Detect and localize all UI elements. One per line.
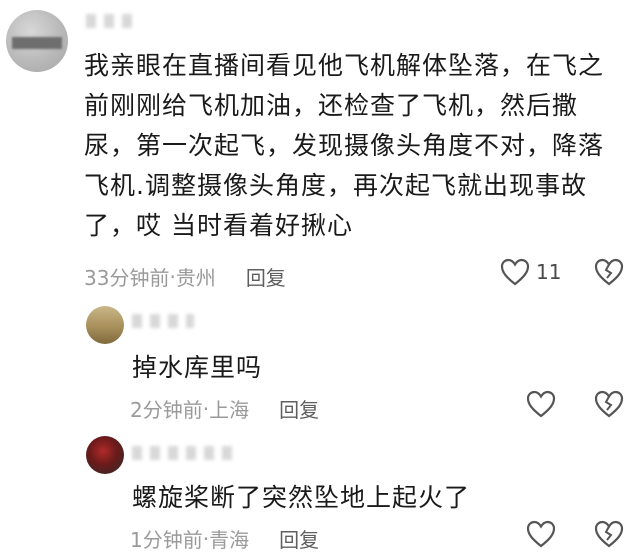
dislike-button[interactable] xyxy=(594,520,624,548)
comment-time: 33分钟前 xyxy=(84,266,170,290)
reply-avatar[interactable] xyxy=(86,306,124,344)
reply-location: 上海 xyxy=(209,398,250,422)
reply-time: 1分钟前 xyxy=(130,528,203,552)
like-button[interactable] xyxy=(526,520,556,548)
heart-icon xyxy=(526,390,556,418)
reply-meta: 1分钟前 · 青海 回复 xyxy=(130,524,319,553)
heart-icon xyxy=(500,258,530,286)
broken-heart-icon xyxy=(594,390,624,418)
avatar[interactable] xyxy=(6,10,68,72)
reply-meta: 2分钟前 · 上海 回复 xyxy=(130,394,319,423)
broken-heart-icon xyxy=(594,258,624,286)
reply-time: 2分钟前 xyxy=(130,398,203,422)
comment-text: 我亲眼在直播间看见他飞机解体坠落，在飞之前刚刚给飞机加油，还检查了飞机，然后撒尿… xyxy=(84,51,605,240)
comment-location: 贵州 xyxy=(175,266,216,290)
reply-button[interactable]: 回复 xyxy=(279,394,319,423)
reply-text: 螺旋桨断了突然坠地上起火了 xyxy=(132,483,471,512)
like-count: 11 xyxy=(536,260,562,284)
heart-icon xyxy=(526,520,556,548)
like-button[interactable]: 11 xyxy=(500,258,561,286)
like-button[interactable] xyxy=(526,390,556,418)
reply-text: 掉水库里吗 xyxy=(132,353,263,382)
reply-username-redacted[interactable] xyxy=(132,314,194,328)
reply-button[interactable]: 回复 xyxy=(246,262,286,291)
reply-username-redacted[interactable] xyxy=(132,446,232,460)
username-redacted[interactable] xyxy=(86,14,134,28)
broken-heart-icon xyxy=(594,520,624,548)
reply-avatar[interactable] xyxy=(86,436,124,474)
avatar-redaction xyxy=(12,37,62,49)
comment-meta: 33分钟前 · 贵州 回复 xyxy=(84,262,286,291)
dislike-button[interactable] xyxy=(594,258,624,286)
reply-location: 青海 xyxy=(209,528,250,552)
comment-thread: 我亲眼在直播间看见他飞机解体坠落，在飞之前刚刚给飞机加油，还检查了飞机，然后撒尿… xyxy=(0,0,640,558)
dislike-button[interactable] xyxy=(594,390,624,418)
reply-button[interactable]: 回复 xyxy=(279,524,319,553)
